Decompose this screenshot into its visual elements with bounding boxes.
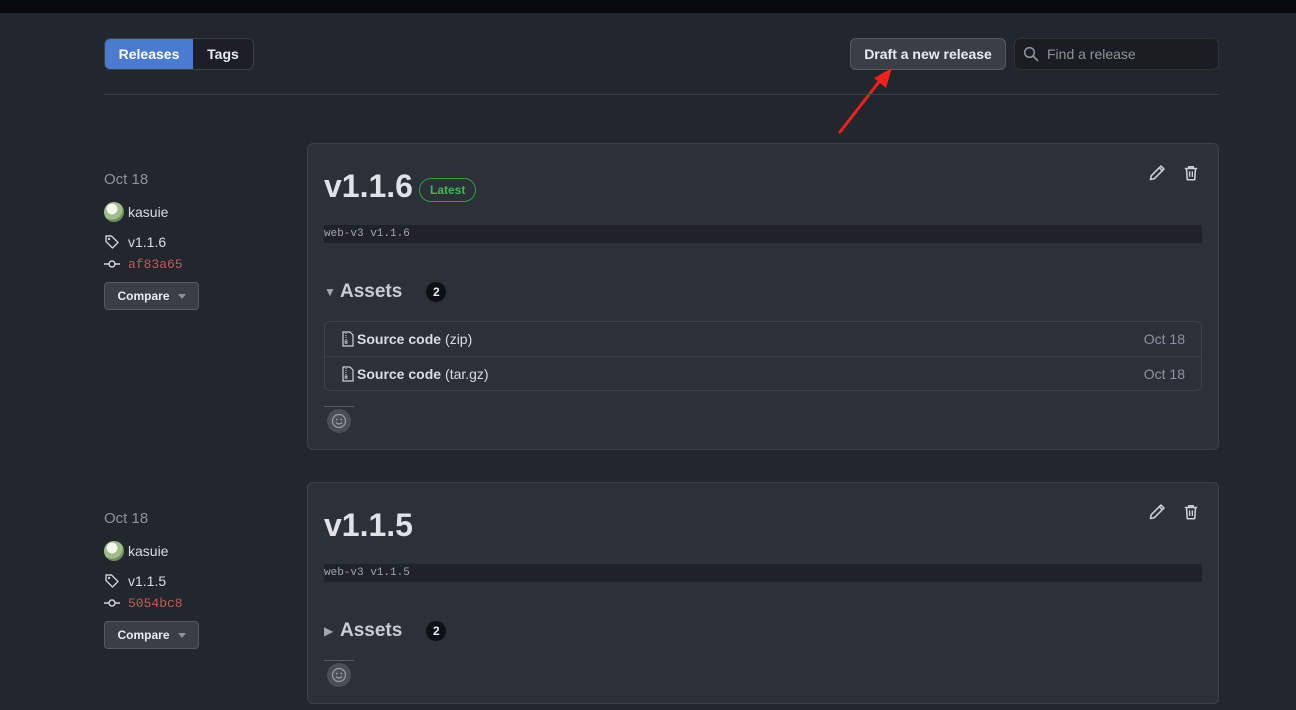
avatar bbox=[104, 541, 124, 561]
release-author[interactable]: kasuie bbox=[104, 541, 294, 561]
commit-icon bbox=[104, 260, 120, 268]
release-tag[interactable]: v1.1.6 bbox=[104, 232, 294, 252]
release-meta-v115: Oct 18 kasuie v1.1.5 5054bc8 Compare bbox=[104, 509, 294, 649]
compare-label: Compare bbox=[117, 628, 170, 642]
asset-list: Source code (zip) Oct 18 Source code (ta… bbox=[324, 321, 1202, 391]
asset-source-zip[interactable]: Source code (zip) Oct 18 bbox=[325, 322, 1201, 356]
release-tabs: Releases Tags bbox=[104, 38, 254, 70]
pencil-icon[interactable] bbox=[1148, 503, 1166, 521]
assets-count: 2 bbox=[426, 621, 447, 641]
author-name[interactable]: kasuie bbox=[128, 204, 168, 220]
tag-label[interactable]: v1.1.6 bbox=[128, 234, 166, 250]
release-commit[interactable]: af83a65 bbox=[104, 254, 294, 274]
release-date: Oct 18 bbox=[104, 510, 149, 527]
release-commit[interactable]: 5054bc8 bbox=[104, 593, 294, 613]
commit-hash[interactable]: 5054bc8 bbox=[128, 596, 183, 611]
reaction-circle bbox=[327, 408, 351, 433]
release-date: Oct 18 bbox=[104, 171, 149, 188]
asset-ext[interactable]: (zip) bbox=[445, 331, 472, 347]
tag-label[interactable]: v1.1.5 bbox=[128, 573, 166, 589]
search-icon bbox=[1023, 46, 1039, 62]
tag-icon bbox=[105, 574, 119, 588]
asset-name[interactable]: Source code bbox=[357, 331, 441, 347]
commit-icon bbox=[104, 599, 120, 607]
red-annotation-arrow-icon bbox=[838, 68, 892, 134]
commit-hash[interactable]: af83a65 bbox=[128, 257, 183, 272]
asset-name[interactable]: Source code bbox=[357, 366, 441, 382]
trash-icon[interactable] bbox=[1182, 164, 1200, 182]
smiley-icon bbox=[331, 667, 347, 682]
asset-date: Oct 18 bbox=[1143, 365, 1185, 382]
add-reaction-button[interactable] bbox=[324, 406, 354, 434]
chevron-down-icon bbox=[177, 632, 186, 638]
assets-label: Assets bbox=[340, 281, 403, 302]
smiley-icon bbox=[331, 413, 347, 428]
compare-label: Compare bbox=[117, 289, 170, 303]
asset-source-targz[interactable]: Source code (tar.gz) Oct 18 bbox=[325, 356, 1201, 390]
asset-date: Oct 18 bbox=[1143, 331, 1185, 347]
assets-toggle[interactable]: ▼ Assets 2 bbox=[324, 280, 447, 304]
release-tag[interactable]: v1.1.5 bbox=[104, 571, 294, 591]
release-meta-v116: Oct 18 kasuie v1.1.6 af83a65 Compare bbox=[104, 170, 294, 310]
find-release-search[interactable] bbox=[1014, 38, 1219, 70]
assets-label: Assets bbox=[340, 620, 403, 641]
file-zip-icon bbox=[342, 365, 354, 382]
asset-ext[interactable]: (tar.gz) bbox=[445, 366, 489, 382]
reaction-circle bbox=[327, 662, 351, 687]
assets-toggle[interactable]: ▶ Assets 2 bbox=[324, 619, 447, 643]
caret-right-icon: ▶ bbox=[324, 624, 334, 638]
header-divider bbox=[104, 94, 1219, 95]
release-body: web-v3 v1.1.5 bbox=[324, 564, 1202, 582]
chevron-down-icon bbox=[177, 293, 186, 299]
author-name[interactable]: kasuie bbox=[128, 543, 168, 559]
release-title[interactable]: v1.1.6 bbox=[324, 168, 413, 205]
release-actions bbox=[1148, 164, 1200, 182]
tab-tags[interactable]: Tags bbox=[193, 39, 253, 69]
release-card-v116: v1.1.6 Latest web-v3 v1.1.6 ▼ Assets 2 S… bbox=[307, 143, 1219, 450]
compare-button[interactable]: Compare bbox=[104, 621, 199, 649]
release-card-v115: v1.1.5 web-v3 v1.1.5 ▶ Assets 2 bbox=[307, 482, 1219, 704]
release-author[interactable]: kasuie bbox=[104, 202, 294, 222]
tag-icon bbox=[105, 235, 119, 249]
pencil-icon[interactable] bbox=[1148, 164, 1166, 182]
avatar bbox=[104, 202, 124, 222]
browser-top-strip bbox=[0, 0, 1296, 13]
trash-icon[interactable] bbox=[1182, 503, 1200, 521]
file-zip-icon bbox=[342, 331, 354, 347]
caret-down-icon: ▼ bbox=[324, 285, 336, 299]
release-title[interactable]: v1.1.5 bbox=[324, 507, 413, 544]
tab-releases[interactable]: Releases bbox=[105, 39, 193, 69]
release-actions bbox=[1148, 503, 1200, 521]
assets-count: 2 bbox=[426, 282, 447, 302]
latest-badge: Latest bbox=[419, 178, 477, 202]
compare-button[interactable]: Compare bbox=[104, 282, 199, 310]
release-body: web-v3 v1.1.6 bbox=[324, 225, 1202, 243]
search-input[interactable] bbox=[1047, 46, 1207, 62]
add-reaction-button[interactable] bbox=[324, 660, 354, 688]
